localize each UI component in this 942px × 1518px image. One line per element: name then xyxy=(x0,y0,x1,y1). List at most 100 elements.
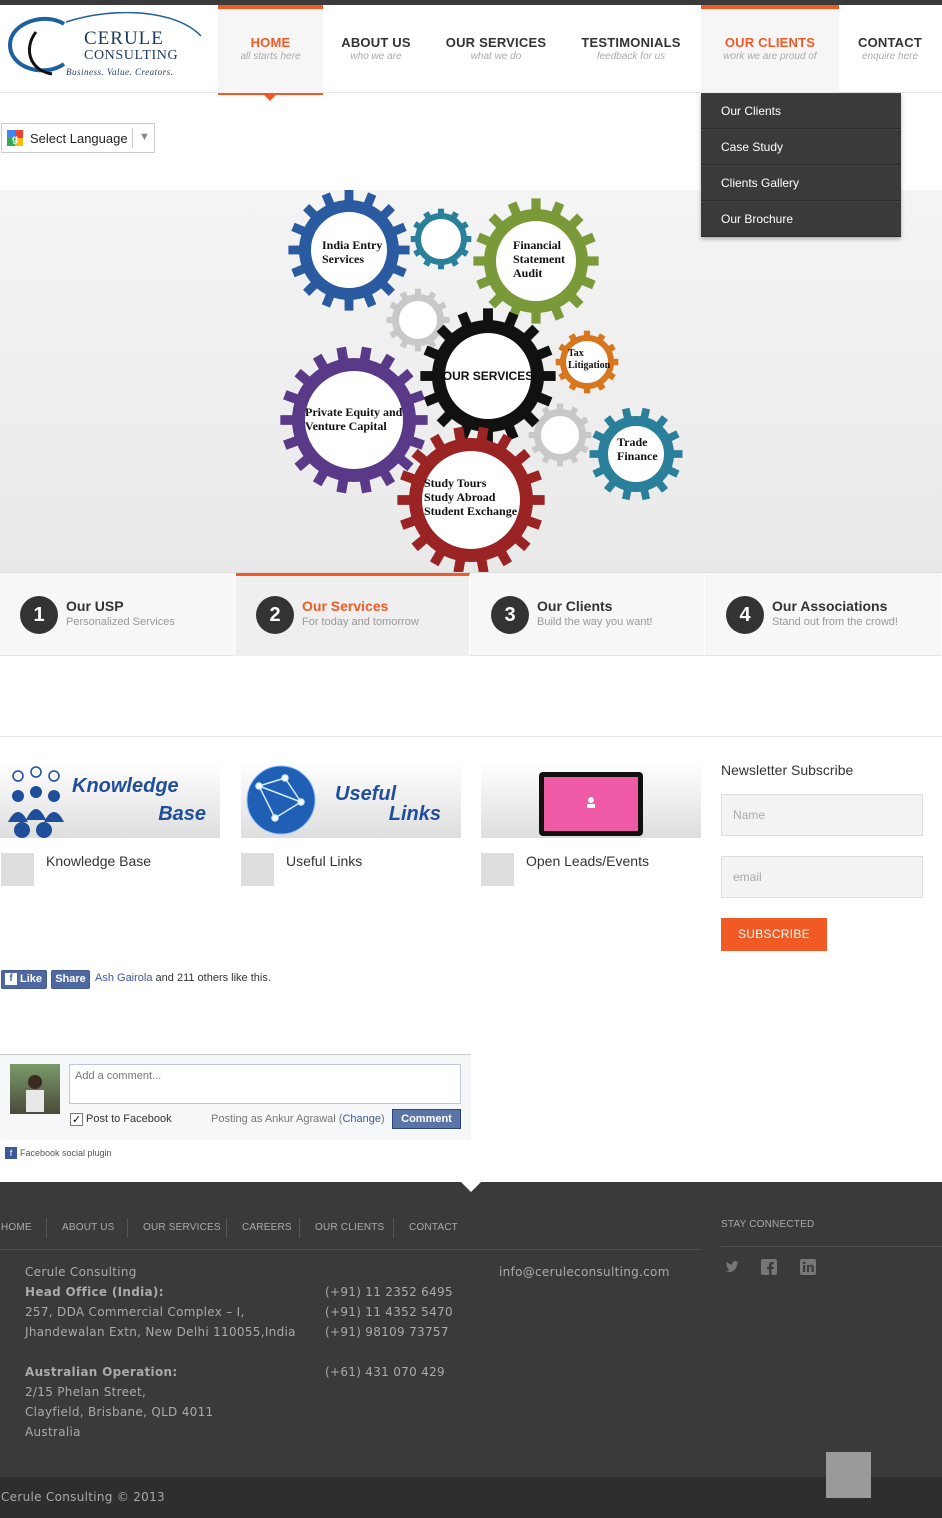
fb-likes-count: and 211 others like this. xyxy=(152,972,271,984)
google-icon: g xyxy=(7,130,23,146)
footer-aus-label: Australian Operation: xyxy=(25,1365,178,1379)
nav-contact-label: CONTACT xyxy=(858,35,922,50)
tab-our-associations[interactable]: 4 Our Associations Stand out from the cr… xyxy=(706,573,942,656)
open-leads-link[interactable]: Open Leads/Events xyxy=(526,853,649,869)
nav-about[interactable]: ABOUT US who we are xyxy=(332,5,420,93)
subscribe-button[interactable]: SUBSCRIBE xyxy=(721,918,827,951)
home-caret-icon xyxy=(264,95,276,101)
fb-like-button[interactable]: f Like xyxy=(1,970,47,989)
laptop-icon xyxy=(539,772,643,836)
dropdown-clients-gallery[interactable]: Clients Gallery xyxy=(701,165,901,201)
tab-subtitle: For today and tomorrow xyxy=(302,616,419,628)
gear-india-label-1: India Entry xyxy=(322,238,382,252)
avatar xyxy=(10,1064,60,1114)
tab-subtitle: Stand out from the crowd! xyxy=(772,616,898,628)
knowledge-banner-a: Knowledge xyxy=(72,775,179,797)
nav-services-sub: what we do xyxy=(470,51,522,62)
facebook-icon[interactable] xyxy=(761,1259,777,1275)
newsletter-name-input[interactable]: Name xyxy=(721,794,923,836)
gear-pe-label-2: Venture Capital xyxy=(305,419,387,433)
posting-as-prefix: Posting as Ankur Agrawal ( xyxy=(211,1113,343,1125)
nav-testimonials-sub: feedback for us xyxy=(596,51,666,62)
gear-tax-label-2: Litigation xyxy=(568,360,611,371)
footer-nav-sep xyxy=(299,1218,300,1238)
twitter-icon[interactable] xyxy=(724,1259,740,1275)
knowledge-base-link[interactable]: Knowledge Base xyxy=(46,853,151,869)
tab-our-usp[interactable]: 1 Our USP Personalized Services xyxy=(0,573,234,656)
footer-phone-2: (+91) 11 4352 5470 xyxy=(325,1305,453,1319)
linkedin-icon[interactable] xyxy=(800,1259,816,1275)
tab-our-services[interactable]: 2 Our Services For today and tomorrow xyxy=(236,573,470,656)
footer-email[interactable]: info@ceruleconsulting.com xyxy=(499,1265,670,1279)
nav-testimonials[interactable]: TESTIMONIALS feedback for us xyxy=(572,5,690,93)
footer-nav-contact[interactable]: CONTACT xyxy=(409,1222,458,1233)
useful-links-thumb xyxy=(241,853,274,886)
copyright: Cerule Consulting © 2013 xyxy=(1,1490,165,1504)
tab-number: 1 xyxy=(20,596,58,634)
footer-nav-clients[interactable]: OUR CLIENTS xyxy=(315,1222,384,1233)
footer-nav-home[interactable]: HOME xyxy=(1,1222,32,1233)
useful-links-link[interactable]: Useful Links xyxy=(286,853,362,869)
svg-text:g: g xyxy=(12,134,18,145)
posting-as-text: Posting as Ankur Agrawal (Change) xyxy=(211,1113,385,1125)
tab-title: Our Services xyxy=(302,598,389,614)
dropdown-our-clients[interactable]: Our Clients xyxy=(701,93,901,129)
logo[interactable]: CERULE CONSULTING Business. Value. Creat… xyxy=(6,12,206,80)
fb-comment-input[interactable]: Add a comment... xyxy=(69,1064,461,1104)
nav-home-sub: all starts here xyxy=(240,51,301,62)
feature-tabs: 1 Our USP Personalized Services 2 Our Se… xyxy=(0,572,942,656)
gear-trade-label-2: Finance xyxy=(617,449,658,463)
dropdown-our-brochure[interactable]: Our Brochure xyxy=(701,201,901,237)
fb-share-button[interactable]: Share xyxy=(51,970,90,989)
knowledge-banner-b: Base xyxy=(158,803,206,825)
tab-our-clients[interactable]: 3 Our Clients Build the way you want! xyxy=(471,573,705,656)
stay-connected-rule xyxy=(721,1246,942,1247)
footer-nav-sep xyxy=(393,1218,394,1238)
back-to-top-button[interactable] xyxy=(826,1452,871,1498)
newsletter-title: Newsletter Subscribe xyxy=(721,762,854,778)
footer-nav-careers[interactable]: CAREERS xyxy=(242,1222,292,1233)
nav-clients[interactable]: OUR CLIENTS work we are proud of xyxy=(701,5,839,93)
tab-subtitle: Personalized Services xyxy=(66,616,175,628)
fb-liker-link[interactable]: Ash Gairola xyxy=(95,972,152,984)
useful-links-banner[interactable]: Useful Links xyxy=(241,762,461,838)
language-select[interactable]: g Select Language ▼ xyxy=(1,123,155,153)
logo-name-2: CONSULTING xyxy=(84,48,179,63)
nav-home[interactable]: HOME all starts here xyxy=(218,5,323,93)
fb-comment-button[interactable]: Comment xyxy=(392,1109,461,1129)
dropdown-case-study[interactable]: Case Study xyxy=(701,129,901,165)
footer-nav-sep xyxy=(127,1218,128,1238)
gear-tax-label-1: Tax xyxy=(568,348,584,359)
nav-contact-sub: enquire here xyxy=(861,51,919,62)
post-to-fb-checkbox[interactable]: ✓ xyxy=(70,1113,83,1126)
tab-number: 2 xyxy=(256,596,294,634)
logo-tagline: Business. Value. Creators. xyxy=(66,67,174,77)
tab-number: 4 xyxy=(726,596,764,634)
stay-connected-title: STAY CONNECTED xyxy=(721,1219,815,1230)
nav-contact[interactable]: CONTACT enquire here xyxy=(849,5,931,93)
fb-plugin-label[interactable]: Facebook social plugin xyxy=(20,1148,112,1158)
fb-comment-box: Add a comment... ✓ Post to Facebook Post… xyxy=(0,1054,471,1140)
gear-study-label-1: Study Tours xyxy=(424,476,487,490)
open-leads-thumb xyxy=(481,853,514,886)
knowledge-base-banner[interactable]: Knowledge Base xyxy=(0,762,220,838)
tab-title: Our USP xyxy=(66,598,124,614)
gear-india-label-2: Services xyxy=(322,252,364,266)
gear-audit-label-1: Financial xyxy=(513,238,562,252)
clients-dropdown: Our Clients Case Study Clients Gallery O… xyxy=(701,93,901,237)
newsletter-email-input[interactable]: email xyxy=(721,856,923,898)
change-link[interactable]: Change xyxy=(342,1113,381,1125)
nav-services[interactable]: OUR SERVICES what we do xyxy=(440,5,552,93)
gear-audit-label-2: Statement xyxy=(513,252,565,266)
footer-nav-rule xyxy=(0,1249,701,1250)
posting-as-suffix: ) xyxy=(381,1113,385,1125)
footer-addr-1: 257, DDA Commercial Complex – I, xyxy=(25,1305,245,1319)
post-to-fb-label: Post to Facebook xyxy=(86,1113,172,1125)
useful-banner-b: Links xyxy=(389,803,441,825)
people-ideas-icon: Knowledge Base xyxy=(8,766,206,838)
footer-nav-about[interactable]: ABOUT US xyxy=(62,1222,115,1233)
footer-nav-services[interactable]: OUR SERVICES xyxy=(143,1222,221,1233)
nav-clients-label: OUR CLIENTS xyxy=(724,35,816,50)
fb-likes-text: Ash Gairola and 211 others like this. xyxy=(95,972,271,984)
open-leads-banner[interactable] xyxy=(481,762,701,838)
